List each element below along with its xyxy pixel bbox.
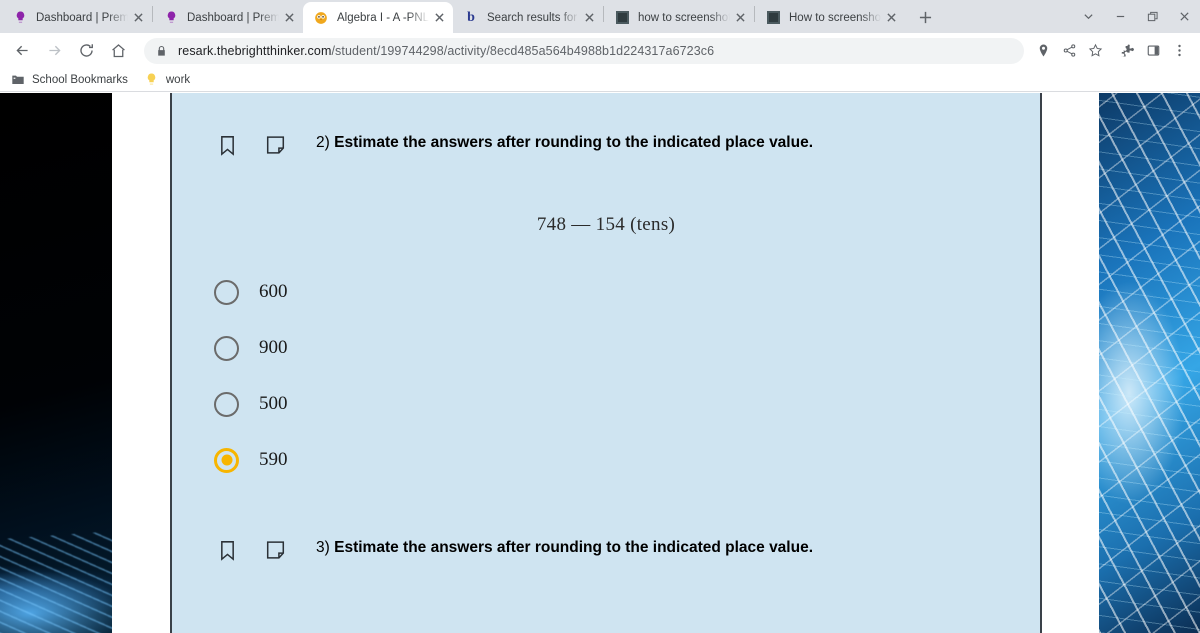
tab-title: Dashboard | Premier HS (36, 11, 128, 24)
close-icon[interactable] (732, 10, 748, 26)
question-prompt: Estimate the answers after rounding to t… (334, 539, 814, 556)
tab-title: Search results for '645- (487, 11, 579, 24)
close-icon[interactable] (281, 10, 297, 26)
close-icon[interactable] (581, 10, 597, 26)
window-controls (1072, 0, 1200, 33)
question-number: 3) (316, 539, 330, 556)
bookmark-item-school-bookmarks[interactable]: School Bookmarks (10, 72, 128, 88)
question-3-icon-group (216, 538, 312, 561)
option-label: 900 (259, 337, 288, 358)
close-icon[interactable] (883, 10, 899, 26)
close-icon[interactable] (130, 10, 146, 26)
radio-button[interactable] (214, 279, 239, 305)
dark-square-icon (614, 10, 630, 26)
bookmark-label: School Bookmarks (32, 73, 128, 86)
dark-square-icon (765, 10, 781, 26)
browser-window: Dashboard | Premier HS Dashboard | Premi… (0, 0, 1200, 633)
location-pin-icon[interactable] (1030, 38, 1056, 64)
option-row[interactable]: 500 (214, 376, 1040, 432)
tab-search-chevron-icon[interactable] (1072, 0, 1104, 33)
side-panel-icon[interactable] (1140, 38, 1166, 64)
option-row[interactable]: 900 (214, 320, 1040, 376)
option-label: 500 (259, 393, 288, 414)
background-image-right (1099, 93, 1200, 633)
tab-title: Algebra I - A -PNLR - Act (337, 11, 429, 24)
close-window-icon[interactable] (1168, 0, 1200, 33)
reload-icon[interactable] (72, 37, 100, 65)
question-2-options: 600 900 500 590 (172, 264, 1040, 488)
minimize-icon[interactable] (1104, 0, 1136, 33)
option-label: 590 (259, 449, 288, 470)
page-viewport: 2) Estimate the answers after rounding t… (0, 93, 1200, 633)
lightbulb-icon (144, 72, 160, 88)
question-2-text: 2) Estimate the answers after rounding t… (312, 133, 813, 152)
browser-tab-4[interactable]: how to screenshot on ho (604, 2, 754, 33)
browser-tab-5[interactable]: How to screenshot on Ho (755, 2, 905, 33)
bookmark-label: work (165, 73, 191, 86)
extensions-puzzle-icon[interactable] (1114, 38, 1140, 64)
bookmark-icon[interactable] (216, 134, 238, 156)
tab-title: Dashboard | Premier HS (187, 11, 279, 24)
option-label: 600 (259, 281, 288, 302)
option-row-selected[interactable]: 590 (214, 432, 1040, 488)
lock-icon (156, 45, 170, 57)
browser-tab-0[interactable]: Dashboard | Premier HS (2, 2, 152, 33)
star-icon[interactable] (1082, 38, 1108, 64)
tab-title: How to screenshot on Ho (789, 11, 881, 24)
folder-icon (10, 72, 26, 88)
question-3-header: 3) Estimate the answers after rounding t… (172, 538, 1040, 561)
radio-button[interactable] (214, 335, 239, 361)
radio-button[interactable] (214, 391, 239, 417)
option-row[interactable]: 600 (214, 264, 1040, 320)
browser-tab-3[interactable]: b Search results for '645- (453, 2, 603, 33)
owl-icon (313, 10, 329, 26)
bookmark-item-work[interactable]: work (144, 72, 190, 88)
note-icon[interactable] (264, 134, 286, 156)
tab-strip: Dashboard | Premier HS Dashboard | Premi… (0, 0, 1200, 33)
address-bar[interactable]: resark.thebrightthinker.com/student/1997… (144, 37, 1024, 64)
question-prompt: Estimate the answers after rounding to t… (334, 134, 814, 151)
address-bar-text: resark.thebrightthinker.com/student/1997… (178, 44, 714, 58)
browser-toolbar: resark.thebrightthinker.com/student/1997… (0, 33, 1200, 68)
new-tab-button[interactable] (911, 3, 939, 31)
browser-tab-2[interactable]: Algebra I - A -PNLR - Act (303, 2, 453, 33)
question-2-expression: 748 — 154 (tens) (536, 214, 676, 235)
close-icon[interactable] (431, 10, 447, 26)
note-icon[interactable] (264, 539, 286, 561)
lightbulb-icon (12, 10, 28, 26)
url-domain: resark.thebrightthinker.com (178, 43, 332, 58)
activity-content-panel: 2) Estimate the answers after rounding t… (170, 93, 1042, 633)
home-icon[interactable] (104, 37, 132, 65)
share-icon[interactable] (1056, 38, 1082, 64)
toolbar-icons (1030, 38, 1192, 64)
browser-tab-1[interactable]: Dashboard | Premier HS (153, 2, 303, 33)
tab-title: how to screenshot on ho (638, 11, 730, 24)
bing-icon: b (467, 9, 475, 25)
radio-button-selected[interactable] (214, 447, 239, 473)
lightbulb-icon (163, 10, 179, 26)
question-2-icon-group (216, 133, 312, 156)
question-number: 2) (316, 134, 330, 151)
question-3-text: 3) Estimate the answers after rounding t… (312, 538, 813, 557)
forward-arrow-icon[interactable] (40, 37, 68, 65)
more-menu-icon[interactable] (1166, 38, 1192, 64)
question-2-header: 2) Estimate the answers after rounding t… (172, 133, 1040, 156)
url-path: /student/199744298/activity/8ecd485a564b… (331, 43, 715, 58)
bookmarks-bar: School Bookmarks work (0, 68, 1200, 92)
bookmark-icon[interactable] (216, 539, 238, 561)
background-image-left (0, 93, 112, 633)
maximize-icon[interactable] (1136, 0, 1168, 33)
back-arrow-icon[interactable] (8, 37, 36, 65)
